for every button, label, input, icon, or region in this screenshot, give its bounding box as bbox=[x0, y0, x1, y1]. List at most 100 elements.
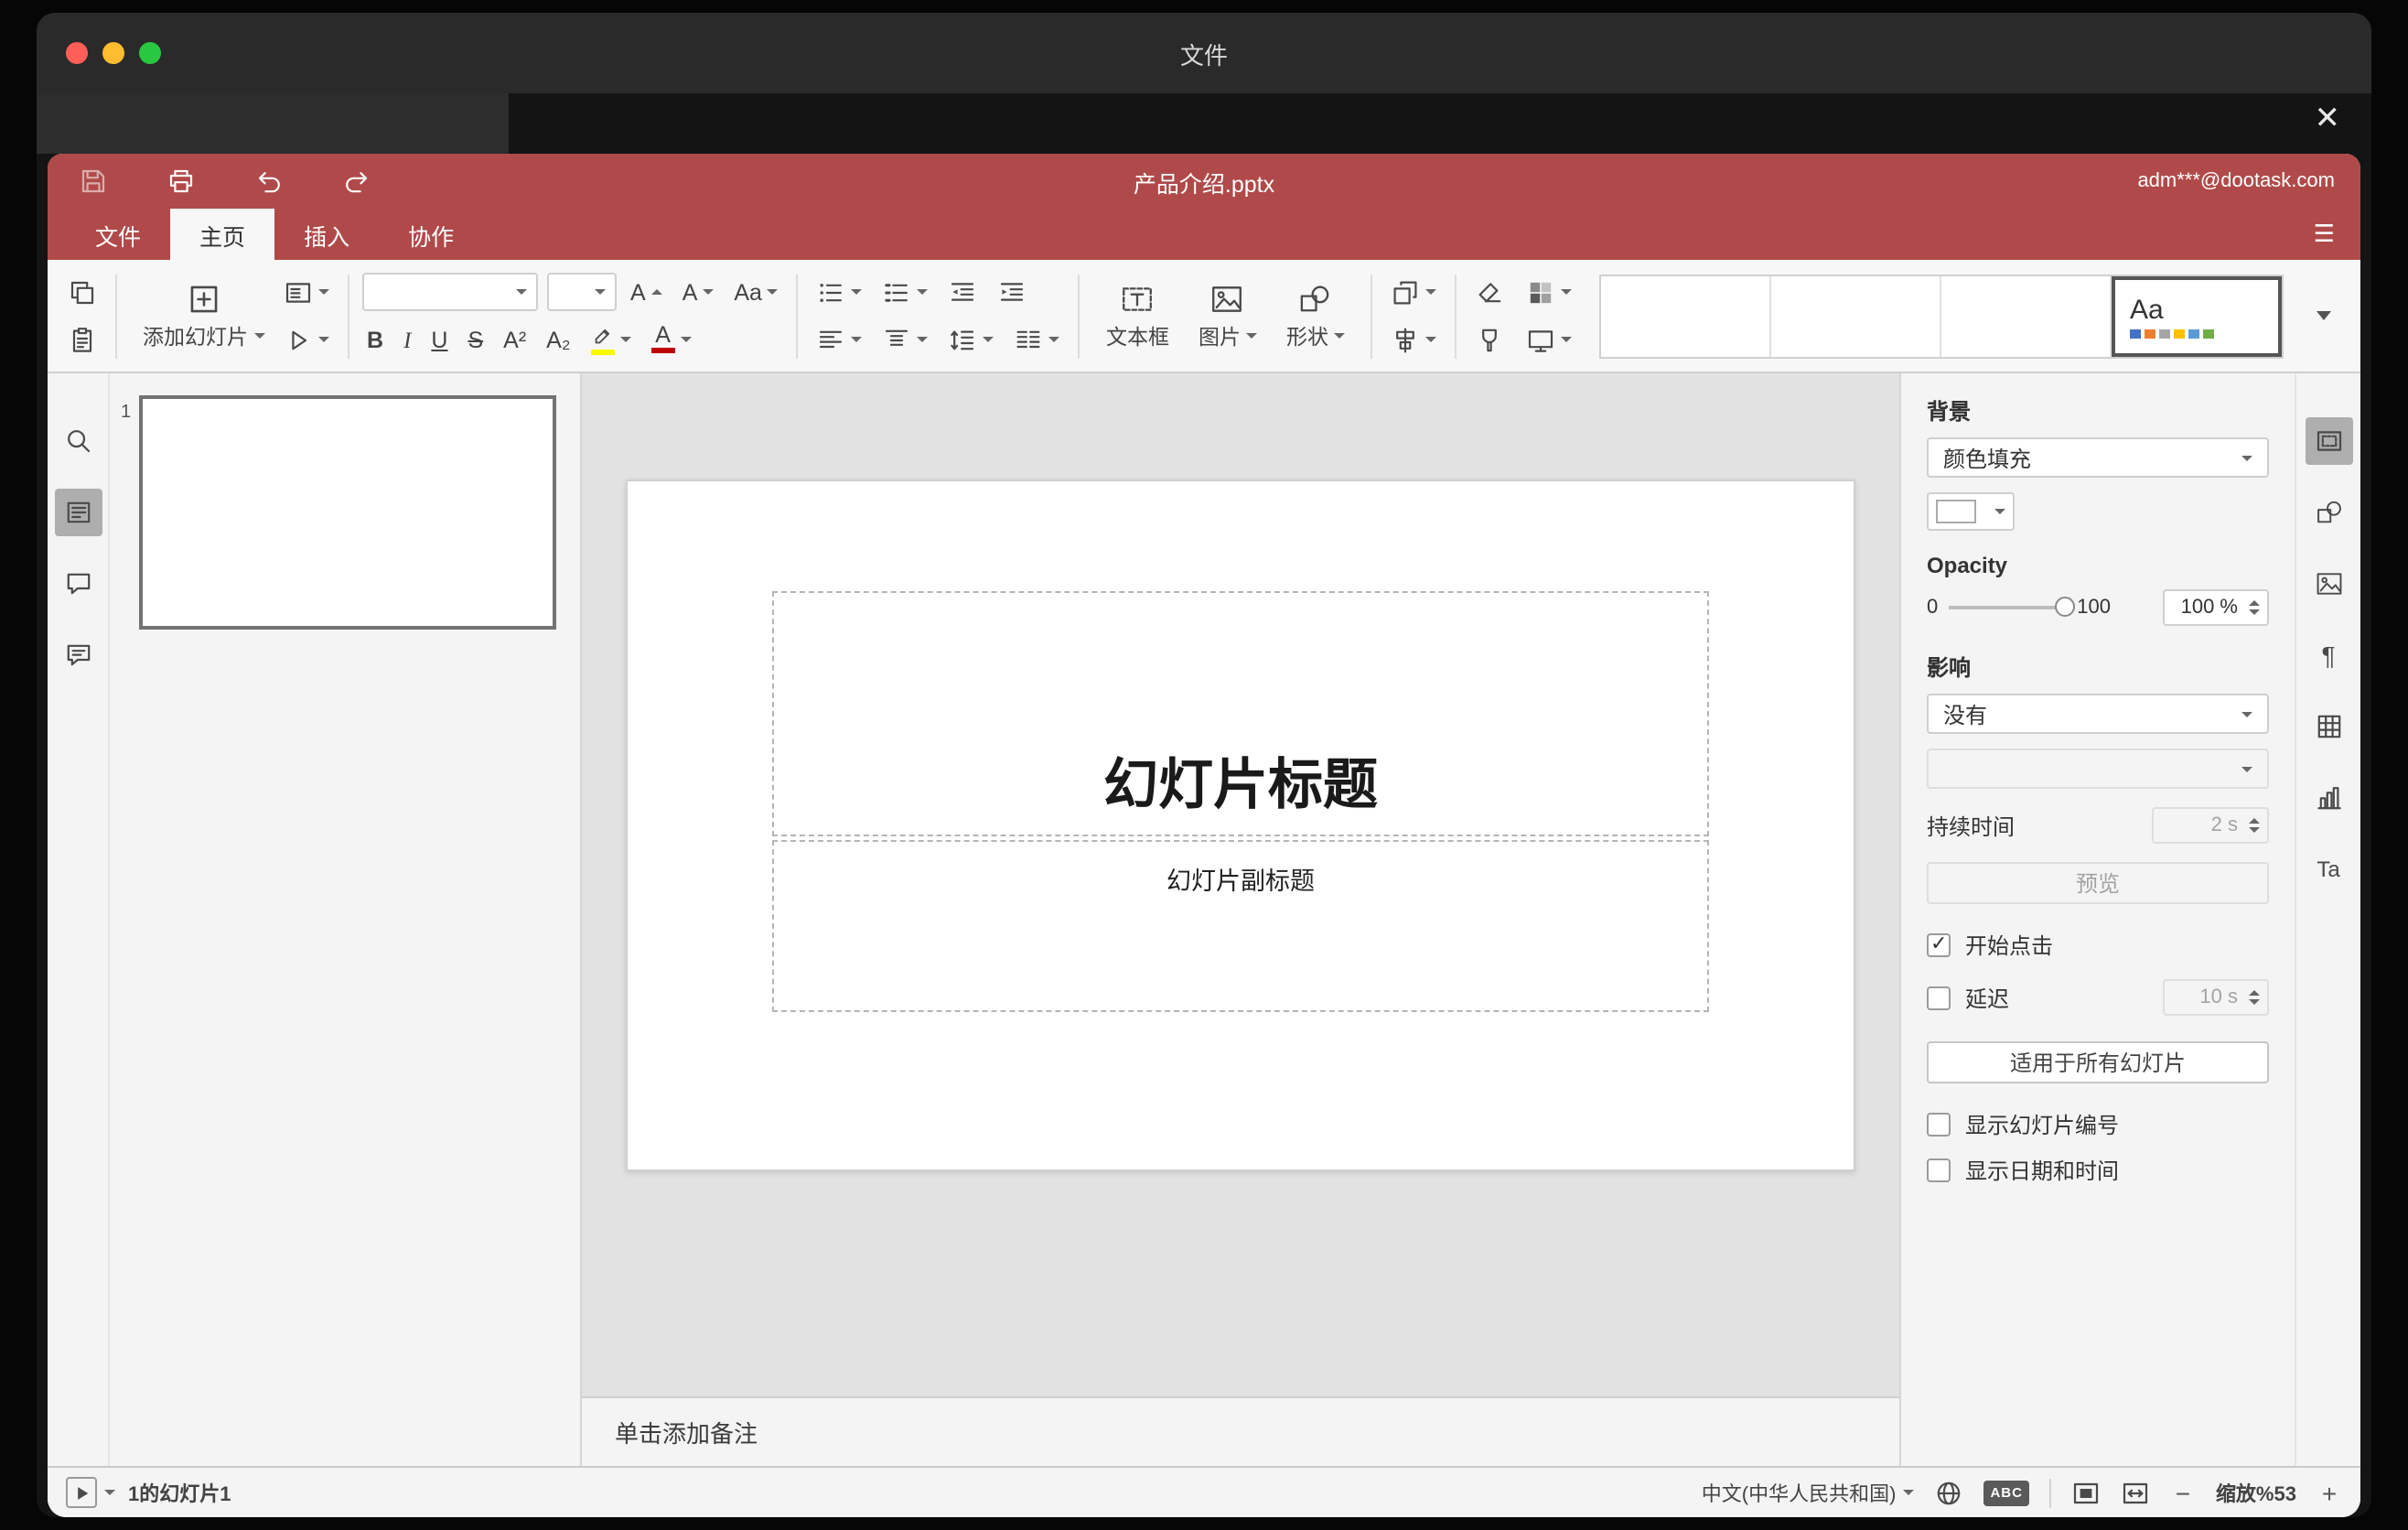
start-slideshow-button[interactable] bbox=[277, 320, 334, 359]
font-name-select[interactable] bbox=[361, 273, 537, 311]
strikethrough-button[interactable]: S bbox=[462, 320, 489, 359]
language-select[interactable]: 中文(中华人民共和国) bbox=[1702, 1478, 1915, 1507]
opacity-slider[interactable] bbox=[1949, 597, 2076, 617]
spinner-arrows[interactable] bbox=[2249, 981, 2260, 1014]
superscript-button[interactable]: A² bbox=[498, 320, 532, 359]
copy-button[interactable] bbox=[62, 273, 102, 311]
tab-file[interactable]: 文件 bbox=[66, 209, 170, 260]
zoom-out-button[interactable]: − bbox=[2170, 1478, 2196, 1507]
font-color-button[interactable]: A bbox=[646, 320, 697, 359]
subtitle-placeholder[interactable]: 幻灯片副标题 bbox=[772, 840, 1709, 1012]
fit-width-button[interactable] bbox=[2121, 1478, 2150, 1507]
apply-all-button[interactable]: 适用于所有幻灯片 bbox=[1927, 1041, 2269, 1083]
redo-button[interactable] bbox=[337, 162, 377, 200]
case-letter: Aa bbox=[734, 279, 762, 305]
tab-home[interactable]: 主页 bbox=[170, 209, 275, 260]
theme-option-2[interactable] bbox=[1770, 275, 1941, 356]
zoom-in-button[interactable]: + bbox=[2317, 1478, 2342, 1507]
clear-style-button[interactable] bbox=[1469, 273, 1510, 311]
macos-window: 文件 ✕ 产品介绍.pptx adm***@dootask.com 文件 主页 … bbox=[37, 13, 2371, 1517]
slide-layout-button[interactable] bbox=[277, 273, 334, 311]
slide[interactable]: 幻灯片标题 幻灯片副标题 bbox=[626, 479, 1855, 1171]
arrange-shape-button[interactable] bbox=[1385, 273, 1442, 311]
line-spacing-button[interactable] bbox=[943, 320, 1000, 359]
paragraph-settings-tab[interactable]: ¶ bbox=[2305, 631, 2352, 679]
underline-button[interactable]: U bbox=[425, 320, 453, 359]
search-button[interactable] bbox=[54, 417, 102, 465]
image-settings-tab[interactable] bbox=[2305, 560, 2352, 608]
subscript-button[interactable]: A₂ bbox=[541, 320, 575, 359]
shape-settings-tab[interactable] bbox=[2305, 489, 2352, 536]
columns-button[interactable] bbox=[1009, 320, 1066, 359]
set-document-language-button[interactable] bbox=[1934, 1478, 1963, 1507]
effect-option-select[interactable] bbox=[1927, 749, 2269, 789]
add-slide-button[interactable]: 添加幻灯片 bbox=[130, 270, 277, 361]
theme-gallery: Aa bbox=[1598, 274, 2284, 358]
start-on-click-checkbox[interactable] bbox=[1927, 932, 1951, 957]
decrease-font-button[interactable]: A bbox=[677, 273, 720, 311]
slide-settings-tab[interactable] bbox=[2305, 417, 2352, 465]
spellcheck-button[interactable]: ABC bbox=[1983, 1480, 2029, 1505]
insert-image-button[interactable]: 图片 bbox=[1186, 270, 1270, 361]
insert-textbox-button[interactable]: 文本框 bbox=[1093, 270, 1182, 361]
background-fill-select[interactable]: 颜色填充 bbox=[1927, 437, 2269, 478]
duration-input[interactable]: 2 s bbox=[2152, 807, 2269, 844]
delay-checkbox[interactable] bbox=[1927, 986, 1951, 1009]
increase-font-button[interactable]: A bbox=[625, 273, 668, 311]
slide-thumbnail[interactable] bbox=[139, 395, 556, 630]
slide-size-button[interactable] bbox=[1521, 320, 1577, 359]
theme-gallery-expand-button[interactable] bbox=[2302, 274, 2346, 358]
color-scheme-button[interactable] bbox=[1521, 273, 1577, 311]
window-close-button[interactable] bbox=[66, 42, 88, 64]
theme-option-1[interactable] bbox=[1600, 275, 1771, 356]
copy-style-button[interactable] bbox=[1469, 320, 1510, 359]
bullets-button[interactable] bbox=[812, 273, 868, 311]
delay-input[interactable]: 10 s bbox=[2163, 979, 2269, 1016]
show-slide-number-checkbox[interactable] bbox=[1927, 1113, 1951, 1137]
vertical-align-button[interactable] bbox=[877, 320, 934, 359]
divider bbox=[115, 274, 117, 358]
font-size-select[interactable] bbox=[546, 273, 616, 311]
change-case-button[interactable]: Aa bbox=[728, 273, 784, 311]
undo-button[interactable] bbox=[249, 162, 289, 200]
opacity-input[interactable]: 100 % bbox=[2163, 589, 2269, 626]
decrease-indent-button[interactable] bbox=[943, 273, 984, 311]
save-button[interactable] bbox=[73, 162, 113, 200]
preview-button[interactable]: 预览 bbox=[1927, 862, 2269, 904]
fit-slide-button[interactable] bbox=[2071, 1478, 2101, 1507]
print-button[interactable] bbox=[161, 162, 201, 200]
increase-indent-button[interactable] bbox=[993, 273, 1033, 311]
chart-settings-tab[interactable] bbox=[2305, 774, 2352, 822]
window-minimize-button[interactable] bbox=[102, 42, 124, 64]
italic-button[interactable]: I bbox=[398, 320, 416, 359]
chat-button[interactable] bbox=[54, 631, 102, 679]
horizontal-align-button[interactable] bbox=[812, 320, 868, 359]
hamburger-menu-icon[interactable]: ☰ bbox=[2314, 220, 2335, 249]
tab-insert[interactable]: 插入 bbox=[274, 209, 379, 260]
theme-option-3[interactable] bbox=[1940, 275, 2112, 356]
title-placeholder[interactable]: 幻灯片标题 bbox=[772, 591, 1709, 836]
comments-button[interactable] bbox=[54, 560, 102, 608]
spinner-arrows[interactable] bbox=[2249, 809, 2260, 842]
numbering-button[interactable] bbox=[877, 273, 934, 311]
insert-shape-button[interactable]: 形状 bbox=[1274, 270, 1358, 361]
account-email[interactable]: adm***@dootask.com bbox=[2137, 170, 2335, 192]
align-shape-button[interactable] bbox=[1385, 320, 1442, 359]
slider-knob[interactable] bbox=[2055, 597, 2076, 617]
effect-select[interactable]: 没有 bbox=[1927, 694, 2269, 734]
table-settings-tab[interactable] bbox=[2305, 703, 2352, 750]
window-fullscreen-button[interactable] bbox=[139, 42, 161, 64]
show-date-time-checkbox[interactable] bbox=[1927, 1158, 1951, 1182]
textart-settings-tab[interactable]: Ta bbox=[2305, 846, 2352, 893]
slides-panel-button[interactable] bbox=[54, 489, 102, 536]
tab-collaboration[interactable]: 协作 bbox=[379, 209, 483, 260]
highlight-color-button[interactable] bbox=[586, 320, 637, 359]
background-color-select[interactable] bbox=[1927, 492, 2015, 531]
bold-button[interactable]: B bbox=[361, 320, 389, 359]
theme-option-selected[interactable]: Aa bbox=[2111, 275, 2282, 356]
close-icon[interactable]: ✕ bbox=[2315, 101, 2341, 137]
spinner-arrows[interactable] bbox=[2249, 591, 2260, 624]
start-slideshow-status-button[interactable] bbox=[66, 1477, 115, 1508]
notes-area[interactable]: 单击添加备注 bbox=[582, 1396, 1899, 1466]
paste-button[interactable] bbox=[62, 320, 102, 359]
